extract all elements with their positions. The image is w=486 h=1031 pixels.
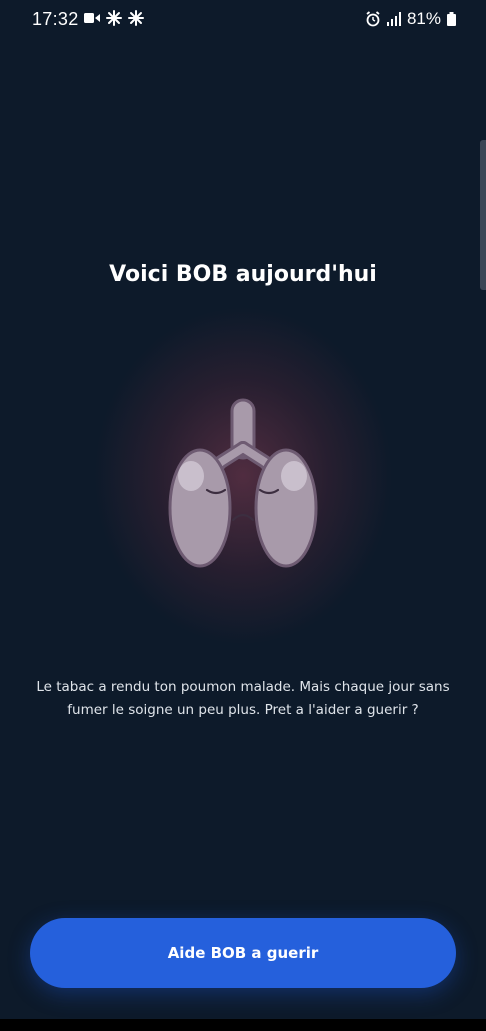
description-text: Le tabac a rendu ton poumon malade. Mais… — [36, 679, 450, 718]
page-title: Voici BOB aujourd'hui — [109, 262, 377, 287]
signal-icon — [386, 12, 401, 26]
battery-icon — [447, 12, 456, 26]
right-lung — [254, 448, 318, 568]
video-camera-icon — [84, 13, 100, 23]
sparkle-icon — [128, 10, 144, 26]
status-time: 17:32 — [32, 9, 79, 29]
status-notification-icons — [84, 10, 144, 26]
bob-lungs-mascot — [168, 398, 318, 568]
status-bar: 17:32 81% — [0, 0, 486, 40]
sad-mouth — [231, 513, 255, 522]
status-system-icons: 81% — [365, 9, 456, 29]
sparkle-icon — [106, 10, 122, 26]
navigation-bar — [0, 1019, 486, 1031]
help-bob-heal-button[interactable]: Aide BOB a guerir — [30, 918, 456, 988]
battery-percentage: 81% — [406, 9, 441, 28]
left-lung — [168, 448, 232, 568]
alarm-icon — [366, 11, 380, 27]
